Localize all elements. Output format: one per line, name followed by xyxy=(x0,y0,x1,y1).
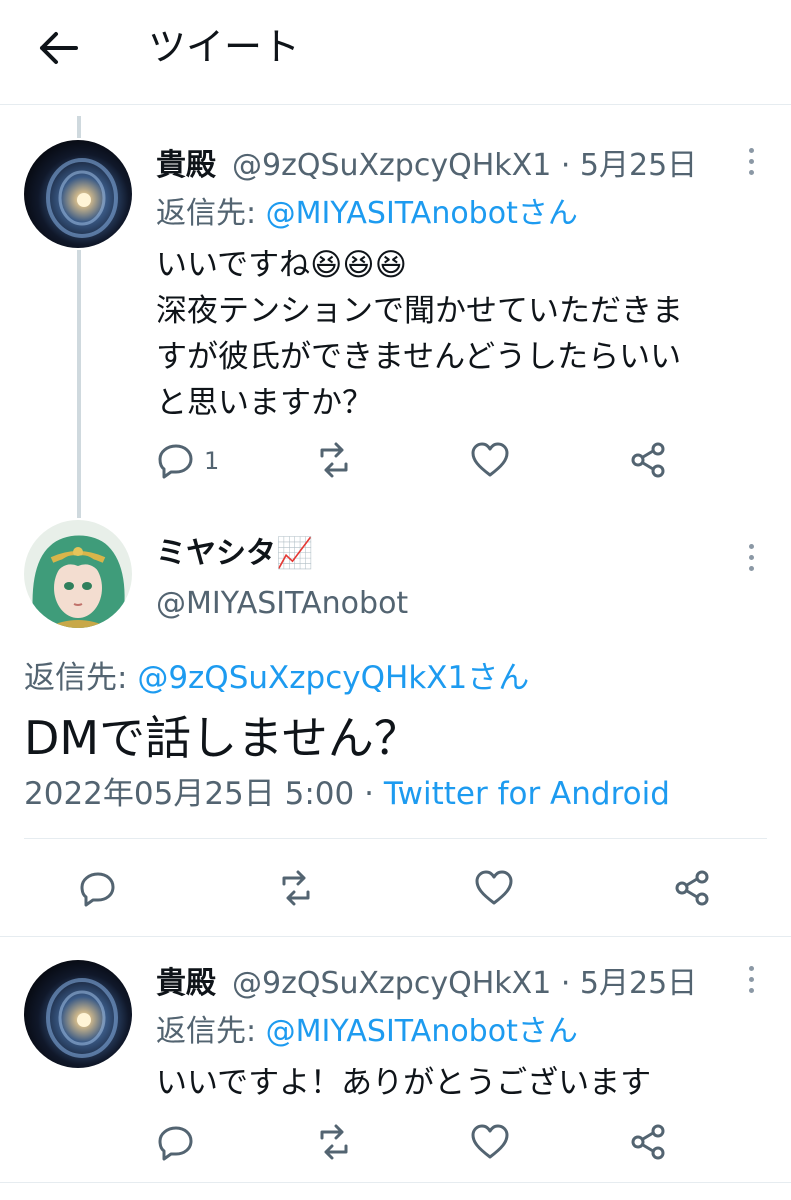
reply-to-user-link[interactable]: @MIYASITAnobotさん xyxy=(266,1014,578,1049)
retweet-icon[interactable] xyxy=(276,868,316,908)
tweet-timestamp-source: 2022年05月25日 5:00 · Twitter for Android xyxy=(24,772,670,816)
tweet-text-line: と思いますか？ xyxy=(156,385,373,421)
author-handle[interactable]: @9zQSuXzpcyQHkX1 xyxy=(232,148,551,183)
like-icon[interactable] xyxy=(470,440,510,480)
reply-to-user-link[interactable]: @9zQSuXzpcyQHkX1さん xyxy=(137,660,529,696)
tweet-date[interactable]: · 5月25日 xyxy=(561,148,697,183)
chart-emoji-icon: 📈 xyxy=(276,536,314,571)
author-handle[interactable]: @MIYASITAnobot xyxy=(156,584,408,624)
tweet-text-line: すが彼氏ができませんどうしたらいい xyxy=(156,339,682,375)
reply-to: 返信先: @9zQSuXzpcyQHkX1さん xyxy=(24,656,529,700)
author-name-text: ミヤシタ xyxy=(156,536,276,571)
more-options-icon[interactable] xyxy=(746,966,756,996)
author-handle-date: @9zQSuXzpcyQHkX1 · 5月25日 xyxy=(232,146,697,186)
author-name[interactable]: ミヤシタ📈 xyxy=(156,534,313,574)
thread-line xyxy=(77,116,81,138)
author-handle-date: @9zQSuXzpcyQHkX1 · 5月25日 xyxy=(232,964,697,1004)
share-icon[interactable] xyxy=(628,440,668,480)
tweet-timestamp[interactable]: 2022年05月25日 5:00 · xyxy=(24,776,384,812)
share-icon[interactable] xyxy=(672,868,712,908)
reply-icon[interactable] xyxy=(78,868,118,908)
page-title: ツイート xyxy=(148,25,301,69)
more-options-icon[interactable] xyxy=(746,544,756,574)
share-icon[interactable] xyxy=(628,1122,668,1162)
author-handle[interactable]: @9zQSuXzpcyQHkX1 xyxy=(232,966,551,1001)
avatar[interactable] xyxy=(24,520,132,628)
reply-to: 返信先: @MIYASITAnobotさん xyxy=(156,1012,578,1052)
retweet-icon[interactable] xyxy=(314,440,354,480)
divider xyxy=(0,936,791,937)
retweet-icon[interactable] xyxy=(314,1122,354,1162)
avatar[interactable] xyxy=(24,960,132,1068)
header-bar: ツイート xyxy=(0,0,791,105)
tweet-source-link[interactable]: Twitter for Android xyxy=(384,776,670,812)
like-icon[interactable] xyxy=(470,1122,510,1162)
tweet-text-line: いいですよ！ありがとうございます xyxy=(156,1065,652,1101)
reply-to: 返信先: @MIYASITAnobotさん xyxy=(156,194,578,234)
reply-icon[interactable] xyxy=(156,440,196,480)
divider xyxy=(24,838,767,839)
tweet-date[interactable]: · 5月25日 xyxy=(561,966,697,1001)
back-arrow-icon[interactable] xyxy=(36,30,80,66)
thread-line xyxy=(77,250,81,518)
reply-icon[interactable] xyxy=(156,1122,196,1162)
reply-to-prefix: 返信先: xyxy=(156,1014,266,1049)
tweet-text-line: 深夜テンションで聞かせていただきま xyxy=(156,293,683,329)
more-options-icon[interactable] xyxy=(746,148,756,178)
reply-to-user-link[interactable]: @MIYASITAnobotさん xyxy=(266,196,578,231)
avatar[interactable] xyxy=(24,140,132,248)
reply-to-prefix: 返信先: xyxy=(156,196,266,231)
tweet-text: DMで話しません？ xyxy=(24,711,420,765)
author-name[interactable]: 貴殿 xyxy=(156,146,216,186)
reply-count: 1 xyxy=(204,447,220,475)
author-name[interactable]: 貴殿 xyxy=(156,964,216,1004)
like-icon[interactable] xyxy=(474,868,514,908)
divider xyxy=(0,1182,791,1183)
reply-to-prefix: 返信先: xyxy=(24,660,138,696)
tweet-text-line: いいですね😆😆😆 xyxy=(156,247,408,283)
